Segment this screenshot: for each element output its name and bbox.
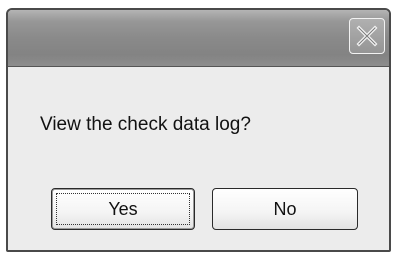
message-dialog: View the check data log? Yes No (6, 8, 391, 252)
close-icon (356, 25, 378, 47)
close-button[interactable] (349, 18, 385, 54)
no-button-label: No (273, 199, 297, 219)
no-button[interactable]: No (212, 188, 358, 230)
dialog-body: View the check data log? Yes No (8, 67, 389, 250)
yes-button-label: Yes (108, 199, 138, 219)
yes-button[interactable]: Yes (51, 188, 195, 230)
dialog-message: View the check data log? (40, 114, 251, 135)
title-bar[interactable] (8, 10, 389, 67)
